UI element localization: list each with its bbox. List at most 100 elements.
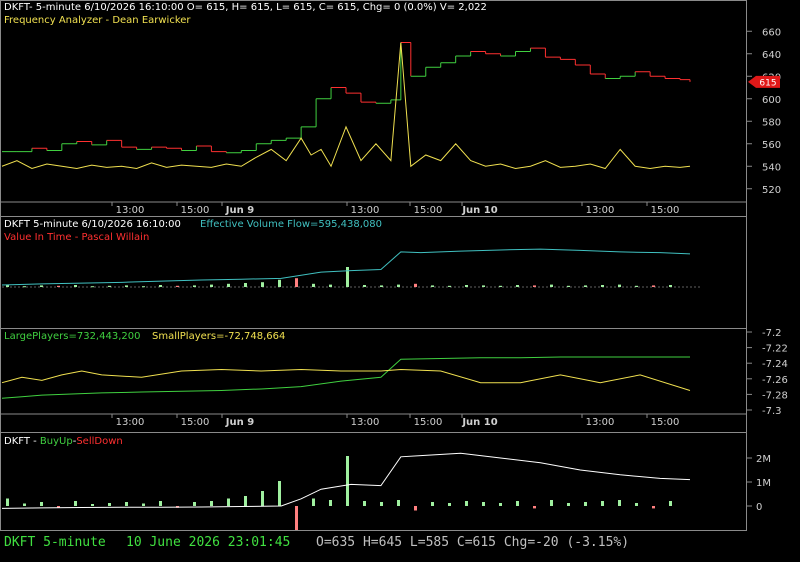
p2-volume-bar xyxy=(448,285,451,287)
time-tick-label: 13:00 xyxy=(586,205,615,216)
p4-volume-bar xyxy=(142,503,145,506)
time-tick-label: 15:00 xyxy=(181,417,210,428)
p1-ytick-label: 660 xyxy=(762,27,781,38)
time-tick-label: 15:00 xyxy=(414,205,443,216)
p2-volume-bar xyxy=(244,283,247,287)
p4-volume-bar xyxy=(414,506,417,511)
p4-volume-bar xyxy=(40,502,43,506)
panel4-sell-label: SellDown xyxy=(76,436,123,447)
p4-volume-bar xyxy=(397,500,400,506)
panel2-indicator: Value In Time - Pascal Willain xyxy=(4,232,150,243)
p2-volume-bar xyxy=(142,286,145,288)
p2-volume-bar xyxy=(652,285,655,287)
time-tick-label: 13:00 xyxy=(116,205,145,216)
p4-volume-bar xyxy=(244,496,247,506)
p4-ytick-label: 1M xyxy=(756,478,771,489)
p1-ytick-label: 520 xyxy=(762,185,781,196)
p2-volume-bar xyxy=(380,285,383,287)
p2-volume-bar xyxy=(108,285,111,287)
time-tick-label: 13:00 xyxy=(116,417,145,428)
p4-volume-bar xyxy=(125,502,128,506)
p4-volume-bar xyxy=(159,501,162,506)
p2-volume-bar xyxy=(499,285,502,287)
p4-volume-bar xyxy=(346,456,349,506)
p4-volume-bar xyxy=(516,501,519,506)
p4-volume-bar xyxy=(482,502,485,506)
p4-volume-bar xyxy=(74,501,77,506)
p4-volume-bar xyxy=(584,502,587,506)
p4-volume-bar xyxy=(278,481,281,506)
panel4-title: DKFT - BuyUp-SellDown xyxy=(4,436,123,448)
time-tick-label: Jun 9 xyxy=(225,205,254,216)
p2-volume-bar xyxy=(193,285,196,287)
p2-volume-bar xyxy=(278,279,281,287)
p4-volume-bar xyxy=(363,501,366,506)
p2-volume-bar xyxy=(40,285,43,287)
p4-volume-bar xyxy=(499,503,502,506)
panel1-frame xyxy=(0,0,747,217)
p2-volume-bar xyxy=(261,282,264,287)
p2-volume-bar xyxy=(584,285,587,287)
p2-volume-bar xyxy=(74,285,77,287)
p2-volume-bar xyxy=(669,285,672,287)
panel4-buy-label: BuyUp xyxy=(39,436,73,447)
time-tick-label: Jun 10 xyxy=(461,205,497,216)
p4-volume-bar xyxy=(6,498,9,506)
p2-volume-bar xyxy=(91,286,94,288)
panel2-title: DKFT 5-minute 6/10/2026 16:10:00 xyxy=(4,219,181,230)
p4-volume-bar xyxy=(669,501,672,506)
time-tick-label: 15:00 xyxy=(651,417,680,428)
p2-volume-bar xyxy=(465,285,468,287)
p2-volume-bar xyxy=(516,285,519,287)
chart-canvas: 660640620600580560540520 -7.2-7.22-7.24-… xyxy=(0,0,788,531)
p1-ytick-label: 580 xyxy=(762,117,781,128)
p4-volume-bar xyxy=(227,498,230,506)
p4-volume-bar xyxy=(329,500,332,506)
status-datetime: 10 June 2026 23:01:45 xyxy=(126,535,291,550)
small-players-line xyxy=(1,368,691,391)
p2-volume-bar xyxy=(482,285,485,287)
p4-volume-bar xyxy=(193,502,196,506)
p2-volume-bar xyxy=(363,285,366,287)
p4-volume-bar xyxy=(652,506,655,509)
chart-window: 660640620600580560540520 -7.2-7.22-7.24-… xyxy=(0,0,800,562)
p4-volume-bar xyxy=(635,503,638,506)
panel4-prefix: DKFT - xyxy=(4,436,40,447)
panel3-small-label: SmallPlayers=-72,748,664 xyxy=(152,331,286,342)
p2-volume-bar xyxy=(227,283,230,287)
p2-volume-bar xyxy=(635,285,638,287)
large-players-line xyxy=(1,356,690,399)
p3-ytick-label: -7.3 xyxy=(762,406,782,417)
p2-volume-bar xyxy=(533,285,536,287)
p3-ytick-label: -7.26 xyxy=(762,375,788,386)
p4-volume-bar xyxy=(448,503,451,506)
p4-volume-bar xyxy=(567,503,570,506)
time-tick-label: 13:00 xyxy=(351,417,380,428)
panel2-evf-label: Effective Volume Flow=595,438,080 xyxy=(200,219,383,230)
p1-ytick-label: 640 xyxy=(762,50,781,61)
panel1-indicator: Frequency Analyzer - Dean Earwicker xyxy=(4,15,191,26)
p2-volume-bar xyxy=(125,285,128,287)
p4-volume-bar xyxy=(210,501,213,506)
panel3-large-label: LargePlayers=732,443,200 xyxy=(4,331,141,342)
status-symbol: DKFT 5-minute xyxy=(4,535,106,550)
time-tick-label: Jun 9 xyxy=(225,417,254,428)
status-ohlc: O=635 H=645 L=585 C=615 Chg=-20 (-3.15%) xyxy=(316,535,630,550)
p2-volume-bar xyxy=(23,286,26,288)
p3-ytick-label: -7.22 xyxy=(762,344,788,355)
p3-ytick-label: -7.2 xyxy=(762,328,782,339)
p4-volume-bar xyxy=(601,501,604,506)
status-bar: DKFT 5-minute 10 June 2026 23:01:45 O=63… xyxy=(4,535,794,555)
p4-volume-bar xyxy=(550,500,553,506)
p2-volume-bar xyxy=(567,285,570,287)
p2-volume-bar xyxy=(414,283,417,287)
p2-volume-bar xyxy=(159,285,162,287)
time-tick-label: 13:00 xyxy=(586,417,615,428)
p2-volume-bar xyxy=(431,285,434,287)
p2-volume-bar xyxy=(295,278,298,287)
p4-volume-bar xyxy=(23,503,26,506)
p4-volume-bar xyxy=(618,500,621,506)
p2-volume-bar xyxy=(618,284,621,287)
p2-volume-bar xyxy=(601,285,604,287)
time-tick-label: 15:00 xyxy=(181,205,210,216)
